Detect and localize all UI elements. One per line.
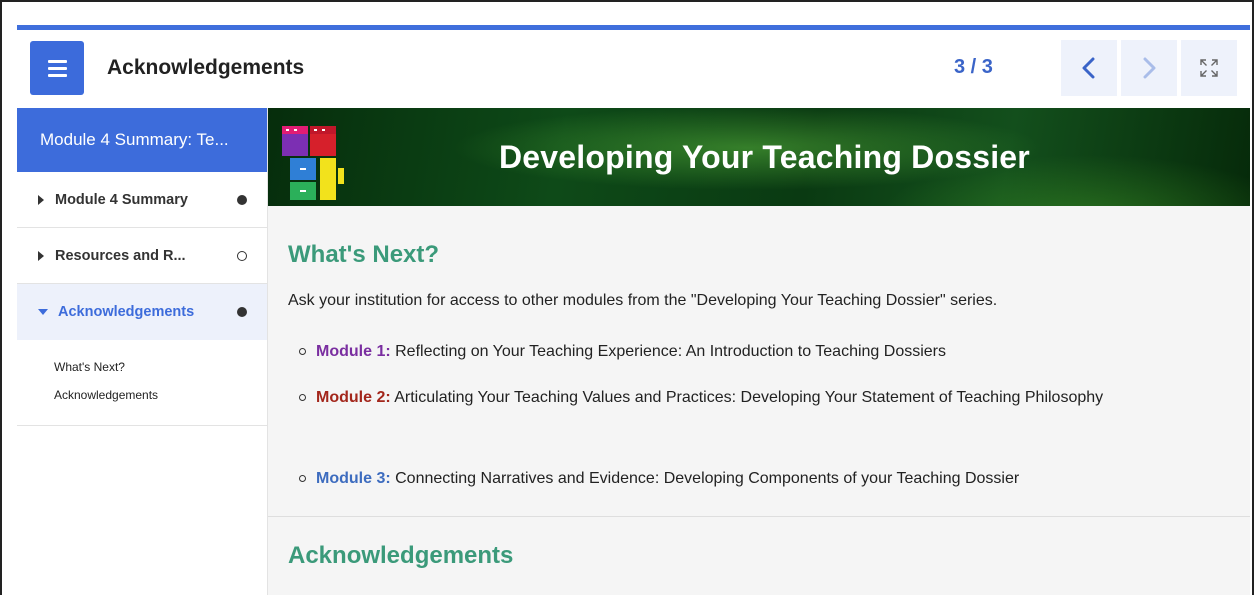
incomplete-status-icon bbox=[237, 251, 247, 261]
page-indicator: 3 / 3 bbox=[954, 56, 993, 78]
section-divider bbox=[268, 516, 1250, 517]
sidebar-subitem-acknowledgements[interactable]: Acknowledgements bbox=[54, 378, 267, 411]
sidebar-module-heading[interactable]: Module 4 Summary: Te... bbox=[17, 108, 267, 172]
complete-status-icon bbox=[237, 307, 247, 317]
sidebar-item-label: Module 4 Summary bbox=[55, 191, 188, 208]
fullscreen-icon bbox=[1200, 59, 1218, 77]
complete-status-icon bbox=[237, 195, 247, 205]
bullet-icon bbox=[299, 348, 306, 355]
module-description: Reflecting on Your Teaching Experience: … bbox=[390, 343, 946, 360]
page-title: Acknowledgements bbox=[107, 56, 305, 79]
module-label: Module 1: bbox=[316, 343, 391, 360]
list-item: Module 1: Reflecting on Your Teaching Ex… bbox=[299, 339, 1221, 364]
section-heading-acknowledgements: Acknowledgements bbox=[288, 542, 514, 569]
intro-paragraph: Ask your institution for access to other… bbox=[288, 292, 998, 309]
section-heading-whats-next: What's Next? bbox=[288, 241, 440, 268]
bullet-icon bbox=[299, 475, 306, 482]
module-label: Module 3: bbox=[316, 470, 391, 487]
sidebar-item-acknowledgements[interactable]: Acknowledgements bbox=[17, 284, 267, 340]
caret-down-icon bbox=[38, 309, 48, 315]
sidebar: Module 4 Summary: Te... Module 4 Summary… bbox=[17, 108, 268, 595]
sidebar-sub-list: What's Next? Acknowledgements bbox=[17, 340, 267, 426]
module-description: Connecting Narratives and Evidence: Deve… bbox=[390, 470, 1020, 487]
chevron-right-icon bbox=[1143, 57, 1156, 79]
sidebar-item-module-4-summary[interactable]: Module 4 Summary bbox=[17, 172, 267, 228]
menu-button[interactable] bbox=[30, 41, 84, 95]
fullscreen-button[interactable] bbox=[1181, 40, 1237, 96]
banner-title: Developing Your Teaching Dossier bbox=[499, 139, 1030, 175]
caret-right-icon bbox=[38, 194, 44, 205]
course-banner: Developing Your Teaching Dossier bbox=[268, 108, 1250, 206]
list-item: Module 2: Articulating Your Teaching Val… bbox=[299, 385, 1221, 410]
chevron-left-icon bbox=[1082, 57, 1095, 79]
sidebar-item-label: Acknowledgements bbox=[58, 304, 195, 320]
sidebar-item-resources[interactable]: Resources and R... bbox=[17, 228, 267, 284]
bullet-icon bbox=[299, 394, 306, 401]
next-page-button[interactable] bbox=[1121, 40, 1177, 96]
previous-page-button[interactable] bbox=[1061, 40, 1117, 96]
dossier-logo-icon bbox=[282, 126, 344, 200]
top-header: Acknowledgements 3 / 3 bbox=[17, 30, 1250, 108]
module-description: Articulating Your Teaching Values and Pr… bbox=[390, 389, 1104, 406]
sidebar-subitem-whats-next[interactable]: What's Next? bbox=[54, 356, 267, 378]
main-content: Developing Your Teaching Dossier What's … bbox=[268, 108, 1250, 595]
sidebar-item-label: Resources and R... bbox=[55, 247, 186, 264]
module-label: Module 2: bbox=[316, 389, 391, 406]
caret-right-icon bbox=[38, 250, 44, 261]
list-item: Module 3: Connecting Narratives and Evid… bbox=[299, 466, 1221, 491]
menu-icon bbox=[47, 59, 67, 63]
